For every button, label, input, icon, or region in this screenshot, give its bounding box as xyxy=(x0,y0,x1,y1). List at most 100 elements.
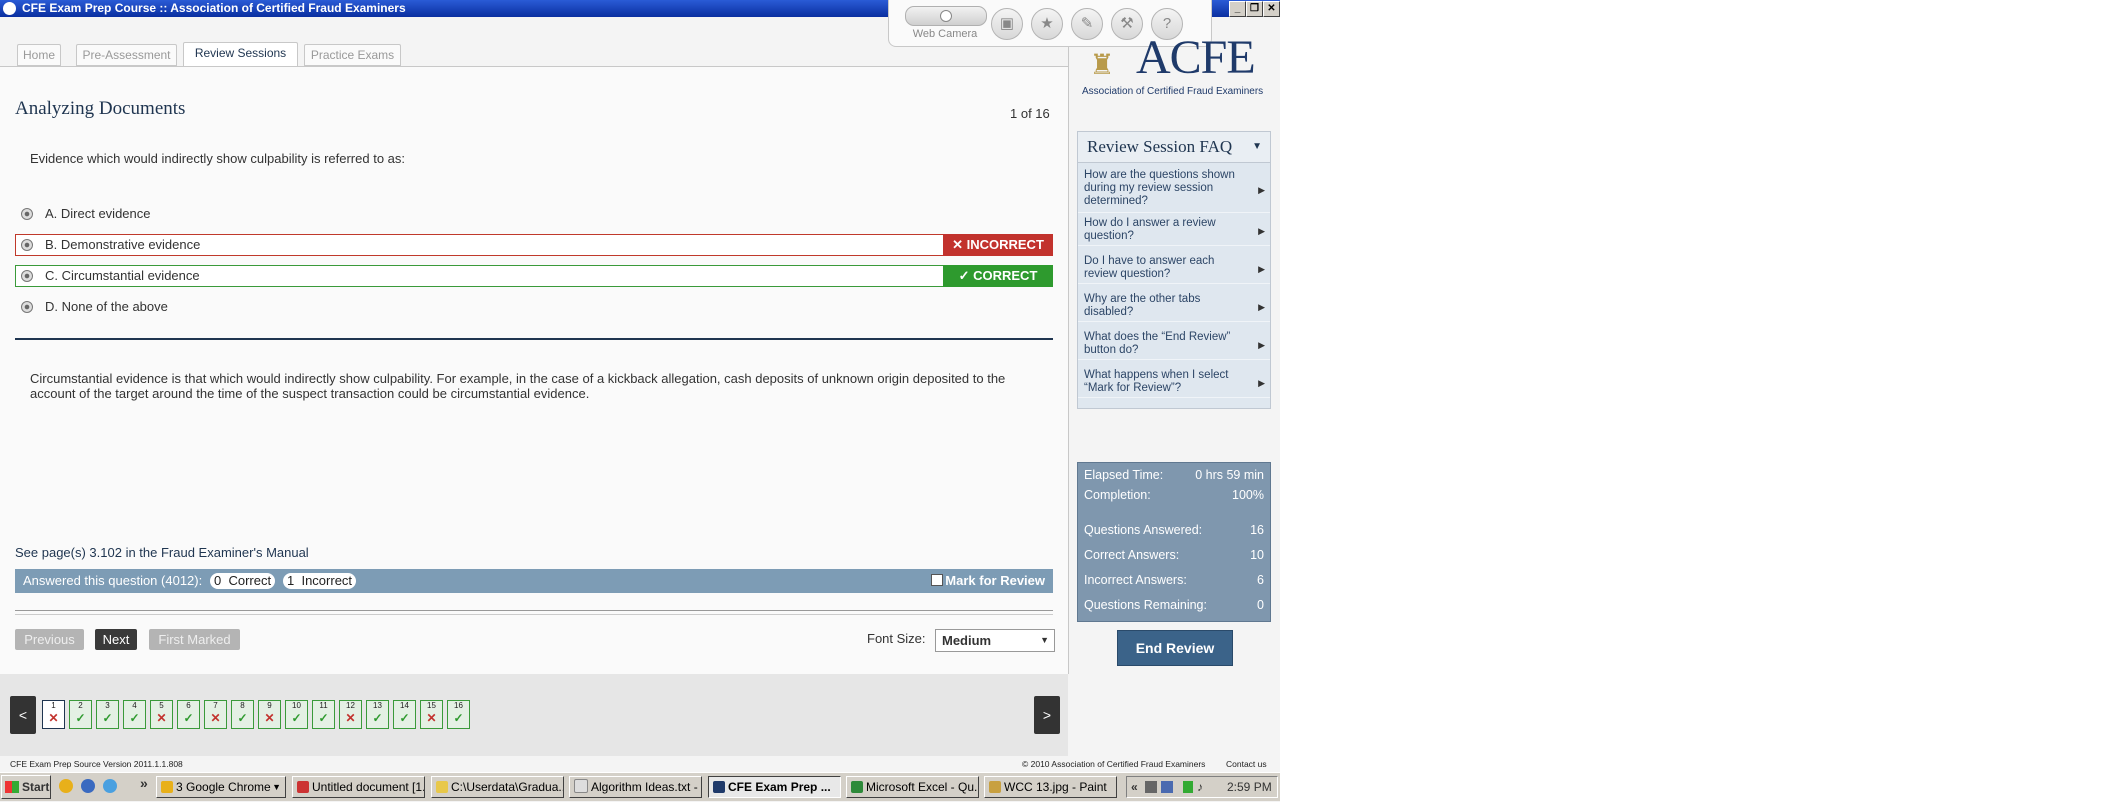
question-box[interactable]: 12 ✕ xyxy=(339,700,362,729)
question-box[interactable]: 16 ✓ xyxy=(447,700,470,729)
faq-item-text: What happens when I select “Mark for Rev… xyxy=(1084,369,1229,394)
nav-prev-button[interactable]: < xyxy=(10,696,36,734)
copyright-text: © 2010 Association of Certified Fraud Ex… xyxy=(1022,759,1206,769)
close-button[interactable]: ✕ xyxy=(1263,1,1280,17)
question-box[interactable]: 3 ✓ xyxy=(96,700,119,729)
radio-button[interactable] xyxy=(21,239,33,251)
chevron-right-icon: ▶ xyxy=(1258,378,1265,388)
monitor-icon[interactable] xyxy=(1145,781,1157,793)
app-icon xyxy=(3,2,16,15)
font-size-value: Medium xyxy=(942,633,992,648)
radio-button[interactable] xyxy=(21,208,33,220)
answer-option-c[interactable]: C. Circumstantial evidence ✓ CORRECT xyxy=(15,265,1053,287)
correct-count: 0 xyxy=(214,573,222,588)
tab-home[interactable]: Home xyxy=(17,44,61,66)
volume-icon[interactable]: ♪ xyxy=(1197,777,1203,797)
check-icon: ✓ xyxy=(102,711,113,725)
radio-button[interactable] xyxy=(21,270,33,282)
taskbar-item[interactable]: Microsoft Excel - Qu... xyxy=(846,776,979,798)
x-icon: ✕ xyxy=(210,711,221,725)
chevron-right-icon: ▶ xyxy=(1258,264,1265,274)
answer-option-b[interactable]: B. Demonstrative evidence ✕ INCORRECT xyxy=(15,234,1053,256)
presentation-icon[interactable]: ▣ xyxy=(991,8,1023,40)
faq-item[interactable]: What does the “End Review” button do? ▶ xyxy=(1078,331,1270,360)
faq-item-text: How are the questions shown during my re… xyxy=(1084,169,1235,207)
previous-button[interactable]: Previous xyxy=(15,629,84,650)
web-camera-label: Web Camera xyxy=(912,28,978,40)
question-box[interactable]: 9 ✕ xyxy=(258,700,281,729)
divider xyxy=(15,610,1053,615)
first-marked-button[interactable]: First Marked xyxy=(149,629,240,650)
app-quicklaunch-icon[interactable] xyxy=(81,779,95,793)
taskbar-item[interactable]: C:\Userdata\Gradua... xyxy=(431,776,564,798)
faq-header[interactable]: Review Session FAQ ▼ xyxy=(1078,132,1270,163)
network-icon[interactable] xyxy=(1161,781,1173,793)
stat-label: Questions Remaining: xyxy=(1084,598,1207,612)
incorrect-count: 1 xyxy=(287,573,295,588)
question-box[interactable]: 7 ✕ xyxy=(204,700,227,729)
tab-review-sessions[interactable]: Review Sessions xyxy=(183,42,298,67)
internet-explorer-icon[interactable] xyxy=(103,779,117,793)
answer-option-d[interactable]: D. None of the above xyxy=(15,296,1053,318)
mark-for-review-checkbox[interactable]: Mark for Review xyxy=(931,569,1045,593)
quicklaunch-chevron-icon[interactable]: » xyxy=(140,775,148,791)
font-size-select[interactable]: Medium ▼ xyxy=(935,629,1055,652)
radio-button[interactable] xyxy=(21,301,33,313)
question-number: 6 xyxy=(186,701,191,710)
faq-item[interactable]: How are the questions shown during my re… xyxy=(1078,169,1270,213)
nav-next-button[interactable]: > xyxy=(1034,696,1060,734)
faq-item[interactable]: What happens when I select “Mark for Rev… xyxy=(1078,369,1270,398)
taskbar-item[interactable]: WCC 13.jpg - Paint xyxy=(984,776,1117,798)
faq-item[interactable]: Do I have to answer each review question… xyxy=(1078,255,1270,284)
battery-icon[interactable] xyxy=(1183,781,1193,793)
restore-button[interactable]: ❐ xyxy=(1246,1,1263,17)
next-button[interactable]: Next xyxy=(95,629,137,650)
taskbar-item-active[interactable]: CFE Exam Prep ... xyxy=(708,776,841,798)
answer-option-a[interactable]: A. Direct evidence xyxy=(15,203,1053,225)
taskbar-item[interactable]: Algorithm Ideas.txt - ... xyxy=(569,776,702,798)
minimize-button[interactable]: _ xyxy=(1229,1,1246,17)
contact-link[interactable]: Contact us xyxy=(1226,756,1267,772)
chrome-icon[interactable] xyxy=(59,779,73,793)
camera-icon xyxy=(940,10,952,22)
question-box[interactable]: 6 ✓ xyxy=(177,700,200,729)
question-box[interactable]: 11 ✓ xyxy=(312,700,335,729)
check-icon: ✓ xyxy=(129,711,140,725)
question-number: 15 xyxy=(427,701,436,710)
faq-panel: Review Session FAQ ▼ How are the questio… xyxy=(1077,131,1271,409)
faq-item[interactable]: Why are the other tabs disabled? ▶ xyxy=(1078,293,1270,322)
star-icon[interactable]: ★ xyxy=(1031,8,1063,40)
question-box[interactable]: 10 ✓ xyxy=(285,700,308,729)
excel-icon xyxy=(851,781,863,793)
question-box[interactable]: 5 ✕ xyxy=(150,700,173,729)
end-review-button[interactable]: End Review xyxy=(1117,630,1233,666)
correct-count-pill: 0 Correct xyxy=(210,573,276,589)
checkbox[interactable] xyxy=(931,574,944,586)
question-number: 7 xyxy=(213,701,218,710)
check-icon: ✓ xyxy=(75,711,86,725)
windows-logo-icon xyxy=(5,781,19,793)
tray-expand-icon[interactable]: « xyxy=(1131,777,1138,797)
question-box[interactable]: 13 ✓ xyxy=(366,700,389,729)
system-tray: « ♪ 2:59 PM xyxy=(1126,776,1278,798)
elapsed-time: Elapsed Time: 0 hrs 59 min xyxy=(1084,468,1264,482)
question-box[interactable]: 2 ✓ xyxy=(69,700,92,729)
question-box[interactable]: 8 ✓ xyxy=(231,700,254,729)
web-camera-button[interactable] xyxy=(905,6,987,26)
start-button[interactable]: Start xyxy=(1,775,51,799)
footer: CFE Exam Prep Source Version 2011.1.1.80… xyxy=(0,756,1280,772)
check-icon: ✓ xyxy=(318,711,329,725)
question-box[interactable]: 4 ✓ xyxy=(123,700,146,729)
question-box[interactable]: 14 ✓ xyxy=(393,700,416,729)
correct-answers: Correct Answers: 10 xyxy=(1084,548,1264,562)
faq-item[interactable]: How do I answer a review question? ▶ xyxy=(1078,217,1270,246)
question-box[interactable]: 15 ✕ xyxy=(420,700,443,729)
tab-pre-assessment[interactable]: Pre-Assessment xyxy=(76,44,177,66)
taskbar-item[interactable]: 3 Google Chrome ▼ xyxy=(156,776,286,798)
taskbar-item[interactable]: Untitled document [1... xyxy=(292,776,425,798)
tab-practice-exams[interactable]: Practice Exams xyxy=(304,44,401,66)
option-label: D. None of the above xyxy=(45,299,168,314)
question-box[interactable]: 1 ✕ xyxy=(42,700,65,729)
check-icon: ✓ xyxy=(399,711,410,725)
questions-answered: Questions Answered: 16 xyxy=(1084,523,1264,537)
